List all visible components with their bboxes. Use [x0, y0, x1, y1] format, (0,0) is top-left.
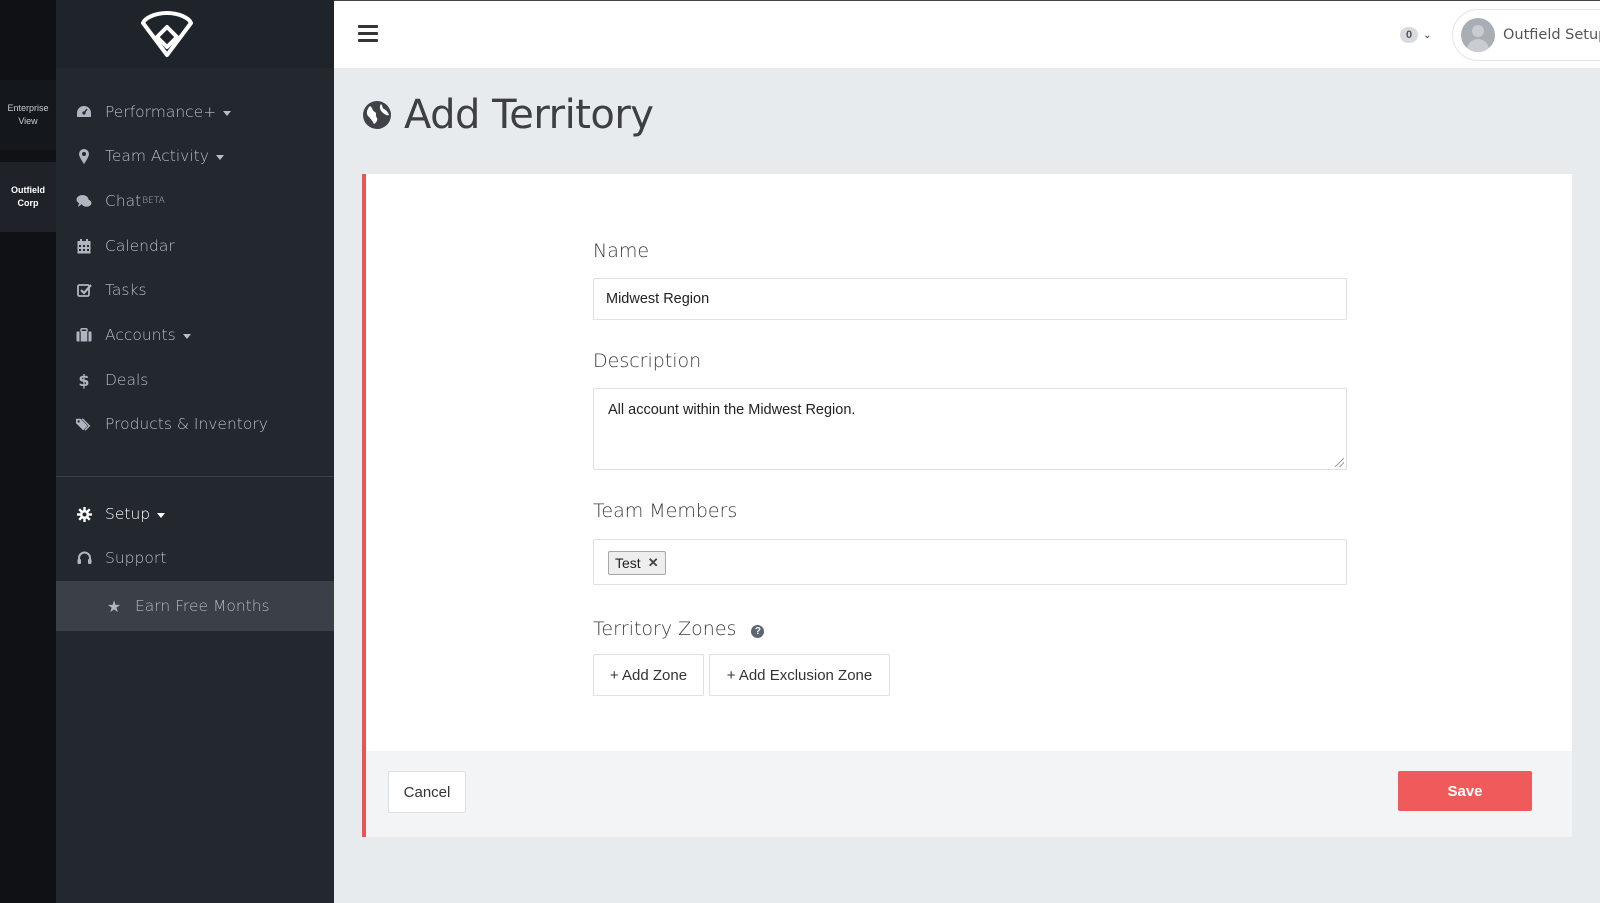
dollar-icon: $ [78, 370, 90, 390]
sidebar-item-label: Chat [105, 192, 142, 210]
org-enterprise-view[interactable]: Enterprise View [0, 80, 56, 150]
hamburger-menu-icon[interactable] [358, 25, 378, 42]
star-icon: ★ [106, 596, 122, 616]
name-input[interactable]: Midwest Region [593, 278, 1347, 320]
calendar-icon [76, 238, 92, 254]
notifications-dropdown[interactable]: 0 ⌄ [1400, 27, 1432, 43]
page-header: Add Territory [362, 92, 654, 138]
form-footer: Cancel Save [366, 751, 1572, 837]
sidebar-item-label: Products & Inventory [105, 415, 268, 433]
sidebar-item-setup[interactable]: Setup [56, 492, 334, 536]
gear-icon [76, 506, 92, 522]
sidebar-item-team-activity[interactable]: Team Activity [56, 134, 334, 178]
add-zone-button[interactable]: + Add Zone [593, 654, 704, 696]
description-label: Description [593, 350, 702, 372]
territory-zones-header: Territory Zones ? [593, 618, 765, 640]
sidebar-item-label: Tasks [105, 281, 147, 299]
description-textarea[interactable]: All account within the Midwest Region. [593, 388, 1347, 470]
sidebar-item-products[interactable]: Products & Inventory [56, 402, 334, 446]
sidebar-item-label: Setup [105, 505, 151, 523]
sidebar-item-tasks[interactable]: Tasks [56, 268, 334, 312]
sidebar-item-label: Performance+ [105, 103, 217, 121]
caret-down-icon [215, 154, 224, 160]
notification-count-badge: 0 [1400, 27, 1419, 43]
resize-handle-icon[interactable] [1335, 458, 1344, 467]
user-name: Outfield Setup [1503, 27, 1600, 43]
page-title: Add Territory [404, 92, 654, 138]
territory-form-card: Name Midwest Region Description All acco… [362, 174, 1572, 837]
map-marker-icon [76, 148, 92, 164]
avatar [1461, 18, 1495, 52]
user-menu[interactable]: Outfield Setup [1452, 9, 1600, 61]
tags-icon [76, 416, 92, 432]
sidebar-divider [56, 476, 334, 477]
sidebar-item-chat[interactable]: Chat BETA [56, 179, 334, 223]
sidebar-item-support[interactable]: Support [56, 536, 334, 580]
sidebar-item-performance[interactable]: Performance+ [56, 90, 334, 134]
territory-zones-label: Territory Zones [593, 618, 737, 640]
team-members-input[interactable]: Test ✕ [593, 539, 1347, 585]
remove-tag-icon[interactable]: ✕ [648, 555, 659, 571]
sidebar-item-calendar[interactable]: Calendar [56, 224, 334, 268]
org-enterprise-line1: Enterprise [7, 103, 49, 113]
sidebar-item-label: Support [105, 549, 167, 567]
chat-icon [76, 193, 92, 209]
caret-down-icon [223, 110, 232, 116]
save-button[interactable]: Save [1398, 771, 1532, 811]
briefcase-icon [76, 327, 92, 343]
sidebar-item-label: Team Activity [105, 147, 209, 165]
description-text: All account within the Midwest Region. [608, 402, 856, 418]
team-members-label: Team Members [593, 500, 738, 522]
top-bar: 0 ⌄ Outfield Setup [334, 0, 1600, 68]
org-outfield-corp[interactable]: Outfield Corp [0, 162, 56, 232]
sidebar-item-label: Accounts [105, 326, 176, 344]
cancel-button[interactable]: Cancel [388, 771, 466, 813]
add-exclusion-zone-button[interactable]: + Add Exclusion Zone [709, 654, 890, 696]
org-switcher: Enterprise View Outfield Corp [0, 0, 56, 903]
check-square-icon [76, 282, 92, 298]
org-enterprise-line2: View [18, 116, 38, 126]
beta-badge: BETA [142, 196, 165, 206]
team-member-tag-label: Test [615, 555, 641, 571]
caret-down-icon [157, 512, 166, 518]
team-member-tag: Test ✕ [608, 551, 666, 575]
sidebar-item-label: Earn Free Months [135, 597, 270, 615]
help-icon[interactable]: ? [751, 624, 765, 638]
org-corp-line1: Outfield [11, 185, 45, 195]
sidebar-item-accounts[interactable]: Accounts [56, 313, 334, 357]
name-label: Name [593, 240, 650, 262]
headset-icon [76, 550, 92, 566]
sidebar: Performance+ Team Activity Chat BETA Cale… [56, 68, 334, 903]
dashboard-icon [76, 104, 92, 120]
caret-down-icon [182, 333, 191, 339]
sidebar-item-earn-free-months[interactable]: ★ Earn Free Months [56, 581, 334, 631]
sidebar-item-label: Deals [105, 371, 149, 389]
sidebar-item-label: Calendar [105, 237, 175, 255]
sidebar-item-deals[interactable]: $ Deals [56, 358, 334, 402]
chevron-down-icon: ⌄ [1423, 29, 1432, 41]
outfield-logo-icon[interactable] [140, 10, 194, 58]
globe-icon [363, 101, 391, 129]
org-corp-line2: Corp [17, 198, 39, 208]
